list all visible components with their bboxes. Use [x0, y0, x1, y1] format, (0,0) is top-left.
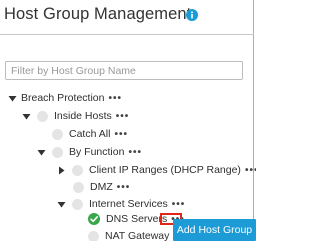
tree-node-breach-protection[interactable]: Breach Protection ••• — [8, 89, 122, 107]
caret-down-icon[interactable] — [57, 200, 66, 209]
group-node-icon — [88, 230, 99, 241]
tree-node-label: NAT Gateway — [105, 230, 170, 241]
caret-down-icon[interactable] — [22, 112, 31, 121]
tree-node-catch-all[interactable]: Catch All ••• — [52, 125, 128, 143]
tree-node-label: By Function — [69, 146, 125, 158]
more-options-icon[interactable]: ••• — [128, 147, 142, 158]
more-options-icon[interactable]: ••• — [116, 111, 130, 122]
tree-node-by-function[interactable]: By Function ••• — [37, 143, 142, 161]
add-host-group-button[interactable]: Add Host Group — [173, 219, 256, 241]
tree-node-label: Client IP Ranges (DHCP Range) — [89, 164, 241, 176]
caret-down-icon[interactable] — [37, 148, 46, 157]
more-options-icon[interactable]: ••• — [172, 199, 186, 210]
more-options-icon[interactable]: ••• — [108, 93, 122, 104]
tree-node-label: Internet Services — [89, 198, 168, 210]
tree-node-inside-hosts[interactable]: Inside Hosts ••• — [22, 107, 129, 125]
host-group-panel: Host Group Management Breach Protection … — [0, 0, 256, 241]
tree-node-label: DMZ — [90, 181, 113, 193]
group-node-icon — [73, 181, 84, 193]
caret-right-icon[interactable] — [57, 166, 66, 175]
more-options-icon[interactable]: ••• — [114, 129, 128, 140]
more-options-icon[interactable]: ••• — [117, 182, 131, 193]
more-options-icon[interactable]: ••• — [245, 165, 256, 176]
tree-node-label: DNS Servers — [106, 213, 168, 225]
filter-host-group-input[interactable] — [5, 61, 243, 80]
tree-node-client-ip-ranges[interactable]: Client IP Ranges (DHCP Range) ••• — [57, 161, 256, 179]
group-node-icon — [72, 164, 83, 176]
check-circle-icon — [88, 213, 100, 225]
tree-node-label: Inside Hosts — [54, 110, 112, 122]
tree-node-nat-gateway[interactable]: NAT Gateway — [88, 227, 169, 241]
group-node-icon — [72, 198, 83, 210]
group-node-icon — [37, 110, 48, 122]
caret-down-icon[interactable] — [8, 94, 17, 103]
info-icon[interactable] — [186, 9, 198, 21]
tree-node-dmz[interactable]: DMZ ••• — [73, 178, 130, 196]
host-group-management-window: Host Group Management Breach Protection … — [0, 0, 256, 241]
group-node-icon — [52, 128, 63, 140]
page-title: Host Group Management — [4, 5, 192, 23]
header-divider — [0, 34, 254, 35]
tree-node-label: Breach Protection — [21, 92, 105, 104]
panel-header: Host Group Management — [0, 0, 256, 33]
group-node-icon — [52, 146, 63, 158]
tree-node-label: Catch All — [69, 128, 111, 140]
